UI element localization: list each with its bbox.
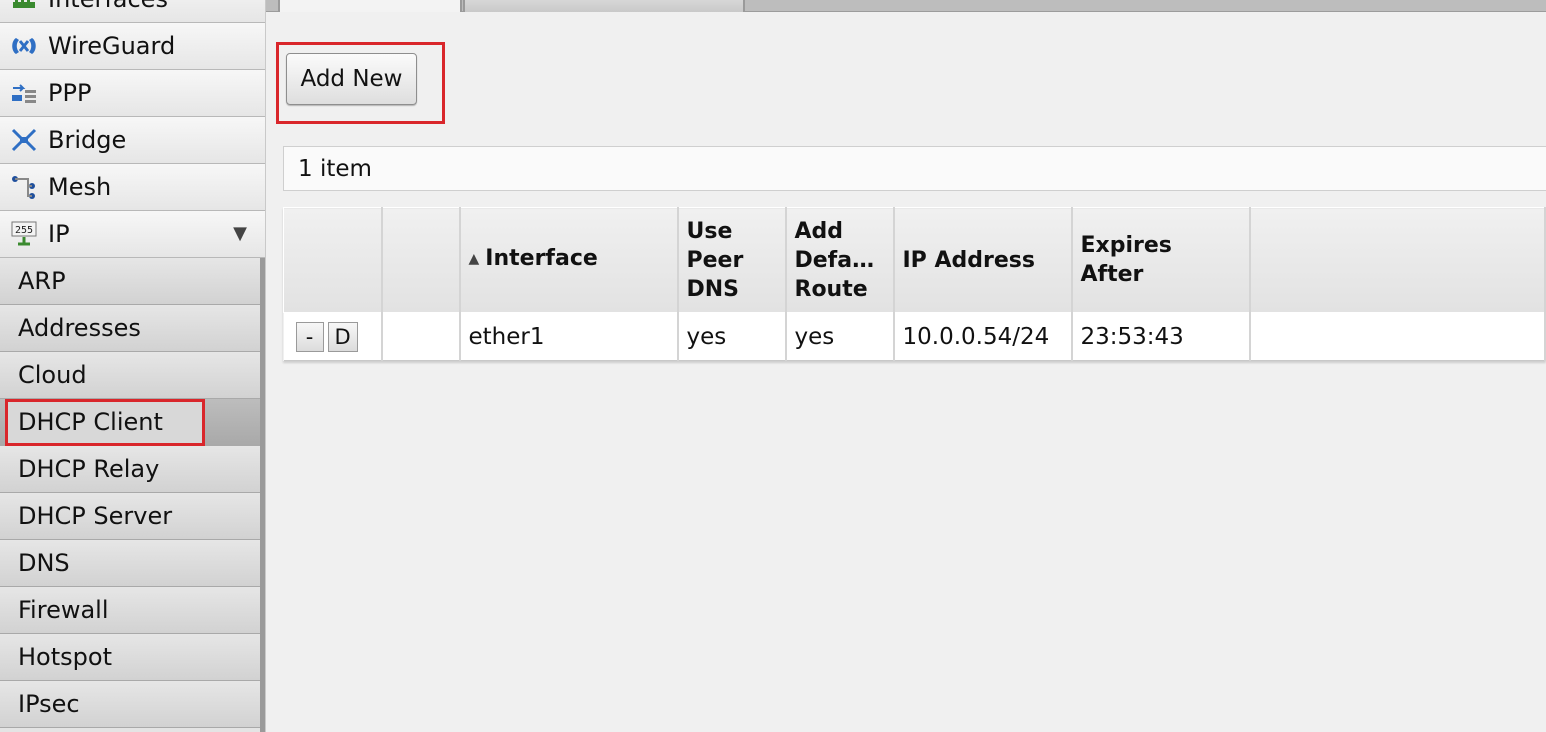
tab-list[interactable] (278, 0, 462, 12)
sidebar-item-label: WireGuard (48, 32, 176, 60)
sidebar-item-label: Cloud (18, 361, 87, 389)
table-header-row: ▲ Interface Use Peer DNS Add Defa… Route IP A… (283, 207, 1546, 313)
sidebar-item-wireguard[interactable]: WireGuard (0, 23, 265, 70)
interfaces-icon (9, 0, 39, 14)
disable-button[interactable]: D (327, 321, 358, 352)
add-new-button[interactable]: Add New (286, 53, 417, 105)
column-header-use-peer-dns[interactable]: Use Peer DNS (677, 207, 787, 313)
item-count-bar: 1 item (283, 146, 1546, 191)
column-header-actions (283, 207, 383, 313)
sidebar-item-label: DHCP Relay (18, 455, 160, 483)
tab-secondary[interactable] (463, 0, 745, 12)
sidebar-item-label: DNS (18, 549, 70, 577)
wireguard-icon (9, 31, 39, 61)
sidebar-item-ppp[interactable]: PPP (0, 70, 265, 117)
row-actions-cell: -D (283, 312, 383, 361)
cell-add-default-route: yes (785, 312, 895, 361)
sidebar-item-label: Interfaces (48, 0, 168, 13)
cell-interface: ether1 (459, 312, 679, 361)
svg-text:255: 255 (15, 225, 33, 236)
column-header-flags[interactable] (381, 207, 461, 313)
sidebar-item-ipsec[interactable]: IPsec (0, 681, 260, 728)
submenu-divider (260, 258, 265, 732)
item-count: 1 item (298, 155, 372, 182)
sidebar-item-label: Firewall (18, 596, 109, 624)
sort-ascending-icon: ▲ (468, 251, 480, 267)
ppp-icon (9, 78, 39, 108)
sidebar-item-cloud[interactable]: Cloud (0, 352, 260, 399)
cell-filler (1249, 312, 1546, 361)
column-header-interface[interactable]: ▲ Interface (459, 207, 679, 313)
sidebar-item-label: PPP (48, 79, 92, 107)
sidebar-item-label: DHCP Server (18, 502, 173, 530)
table-row[interactable]: -D ether1 yes yes 10.0.0.54/24 23:53:43 (283, 312, 1546, 361)
row-flags-cell (381, 312, 461, 361)
sidebar: Interfaces WireGuard PPP Bridge Mesh (0, 0, 266, 732)
sidebar-item-ip[interactable]: 255 IP ▼ (0, 211, 265, 258)
remove-button[interactable]: - (295, 321, 324, 352)
column-header-filler (1249, 207, 1546, 313)
sidebar-item-interfaces[interactable]: Interfaces (0, 0, 265, 23)
dhcp-client-table: ▲ Interface Use Peer DNS Add Defa… Route IP A… (283, 207, 1546, 361)
sidebar-item-label: IPsec (18, 690, 80, 718)
column-header-expires-after[interactable]: Expires After (1071, 207, 1251, 313)
sidebar-item-bridge[interactable]: Bridge (0, 117, 265, 164)
sidebar-item-firewall[interactable]: Firewall (0, 587, 260, 634)
sidebar-item-dhcp-relay[interactable]: DHCP Relay (0, 446, 260, 493)
column-header-add-default-route[interactable]: Add Defa… Route (785, 207, 895, 313)
cell-expires-after: 23:53:43 (1071, 312, 1251, 361)
sidebar-item-label: DHCP Client (18, 408, 163, 436)
sidebar-item-label: Addresses (18, 314, 141, 342)
sidebar-item-dhcp-server[interactable]: DHCP Server (0, 493, 260, 540)
sidebar-item-addresses[interactable]: Addresses (0, 305, 260, 352)
mesh-icon (9, 172, 39, 202)
tab-strip (266, 0, 1546, 12)
column-header-ip-address[interactable]: IP Address (893, 207, 1073, 313)
sidebar-item-dhcp-client[interactable]: DHCP Client (0, 399, 260, 446)
bridge-icon (9, 125, 39, 155)
sidebar-item-label: Mesh (48, 173, 112, 201)
ip-icon: 255 (9, 219, 39, 249)
sidebar-item-mesh[interactable]: Mesh (0, 164, 265, 211)
sidebar-item-label: Bridge (48, 126, 127, 154)
sidebar-item-hotspot[interactable]: Hotspot (0, 634, 260, 681)
sidebar-item-dns[interactable]: DNS (0, 540, 260, 587)
sidebar-item-label: IP (48, 220, 70, 248)
cell-ip-address: 10.0.0.54/24 (893, 312, 1073, 361)
sidebar-item-label: Hotspot (18, 643, 112, 671)
sidebar-item-label: ARP (18, 267, 66, 295)
expand-arrow-icon[interactable]: ▼ (233, 223, 247, 244)
cell-use-peer-dns: yes (677, 312, 787, 361)
sidebar-item-arp[interactable]: ARP (0, 258, 260, 305)
